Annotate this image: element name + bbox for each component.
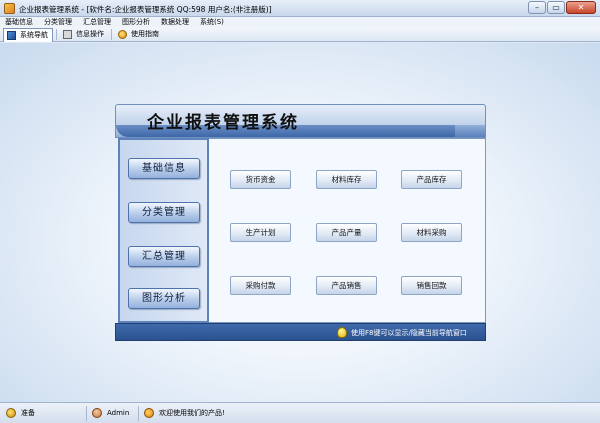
navigation-icon [7, 30, 16, 40]
menu-bar: 基础信息 分类管理 汇总管理 图形分析 数据处理 系统(S) [0, 17, 600, 27]
menu-summary-management[interactable]: 汇总管理 [83, 17, 111, 27]
toolbar-divider [56, 28, 57, 40]
footer-hint: 使用F8键可以显示/隐藏当前导航窗口 [351, 329, 467, 337]
info-operation-icon [63, 29, 72, 39]
tab-label: 使用指南 [131, 30, 159, 38]
toolbar-divider [111, 28, 112, 40]
product-sales-button[interactable]: 产品销售 [316, 276, 377, 295]
side-button-summary-management[interactable]: 汇总管理 [128, 246, 200, 267]
tab-info-operation[interactable]: 信息操作 [60, 28, 108, 41]
title-bar: 企业报表管理系统 - [软件名:企业报表管理系统 QQ:598 用户名:(非注册… [0, 0, 600, 17]
lightbulb-icon [337, 327, 347, 338]
status-ready-text: 准备 [21, 409, 35, 417]
app-icon [4, 3, 15, 14]
menu-data-processing[interactable]: 数据处理 [161, 17, 189, 27]
status-welcome-text: 欢迎使用我们的产品! [159, 409, 225, 417]
product-inventory-button[interactable]: 产品库存 [401, 170, 462, 189]
close-button[interactable]: ✕ [566, 1, 596, 14]
window-controls: – ▭ ✕ [528, 1, 596, 15]
status-user-text: Admin [107, 409, 130, 417]
material-purchase-button[interactable]: 材料采购 [401, 223, 462, 242]
window-title: 企业报表管理系统 - [软件名:企业报表管理系统 QQ:598 用户名:(非注册… [19, 5, 272, 14]
side-button-graph-analysis[interactable]: 图形分析 [128, 288, 200, 309]
message-icon [144, 408, 154, 418]
monetary-funds-button[interactable]: 货币资金 [230, 170, 291, 189]
side-button-category-management[interactable]: 分类管理 [128, 202, 200, 223]
side-menu: 基础信息 分类管理 汇总管理 图形分析 [118, 138, 209, 323]
menu-graph-analysis[interactable]: 图形分析 [122, 17, 150, 27]
product-output-button[interactable]: 产品产量 [316, 223, 377, 242]
function-area: 货币资金 材料库存 产品库存 生产计划 产品产量 材料采购 采购付款 产品销售 … [209, 138, 486, 323]
toolbar: 系统导航 信息操作 使用指南 [0, 27, 600, 42]
tab-label: 系统导航 [20, 31, 48, 39]
sales-collection-button[interactable]: 销售回款 [401, 276, 462, 295]
purchase-payment-button[interactable]: 采购付款 [230, 276, 291, 295]
menu-system[interactable]: 系统(S) [200, 17, 224, 27]
production-plan-button[interactable]: 生产计划 [230, 223, 291, 242]
status-divider [86, 406, 87, 421]
status-divider [138, 406, 139, 421]
ready-icon [6, 408, 16, 418]
menu-category-management[interactable]: 分类管理 [44, 17, 72, 27]
side-button-basic-info[interactable]: 基础信息 [128, 158, 200, 179]
panel-header: 企业报表管理系统 [115, 104, 486, 138]
minimize-button[interactable]: – [528, 1, 546, 14]
status-welcome: 欢迎使用我们的产品! [144, 408, 225, 418]
material-inventory-button[interactable]: 材料库存 [316, 170, 377, 189]
user-icon [92, 408, 102, 418]
tab-system-navigation[interactable]: 系统导航 [3, 27, 53, 42]
status-bar: 准备 Admin 欢迎使用我们的产品! [0, 402, 600, 423]
guide-icon [118, 29, 127, 39]
status-user: Admin [92, 408, 129, 418]
maximize-button[interactable]: ▭ [547, 1, 565, 14]
status-ready: 准备 [6, 408, 35, 418]
panel-footer: 使用F8键可以显示/隐藏当前导航窗口 [115, 323, 486, 341]
tab-label: 信息操作 [76, 30, 104, 38]
menu-basic-info[interactable]: 基础信息 [5, 17, 33, 27]
tab-user-guide[interactable]: 使用指南 [115, 28, 163, 41]
navigation-panel: 企业报表管理系统 基础信息 分类管理 汇总管理 图形分析 货币资金 材料库存 产… [115, 104, 486, 341]
panel-title: 企业报表管理系统 [147, 113, 299, 133]
